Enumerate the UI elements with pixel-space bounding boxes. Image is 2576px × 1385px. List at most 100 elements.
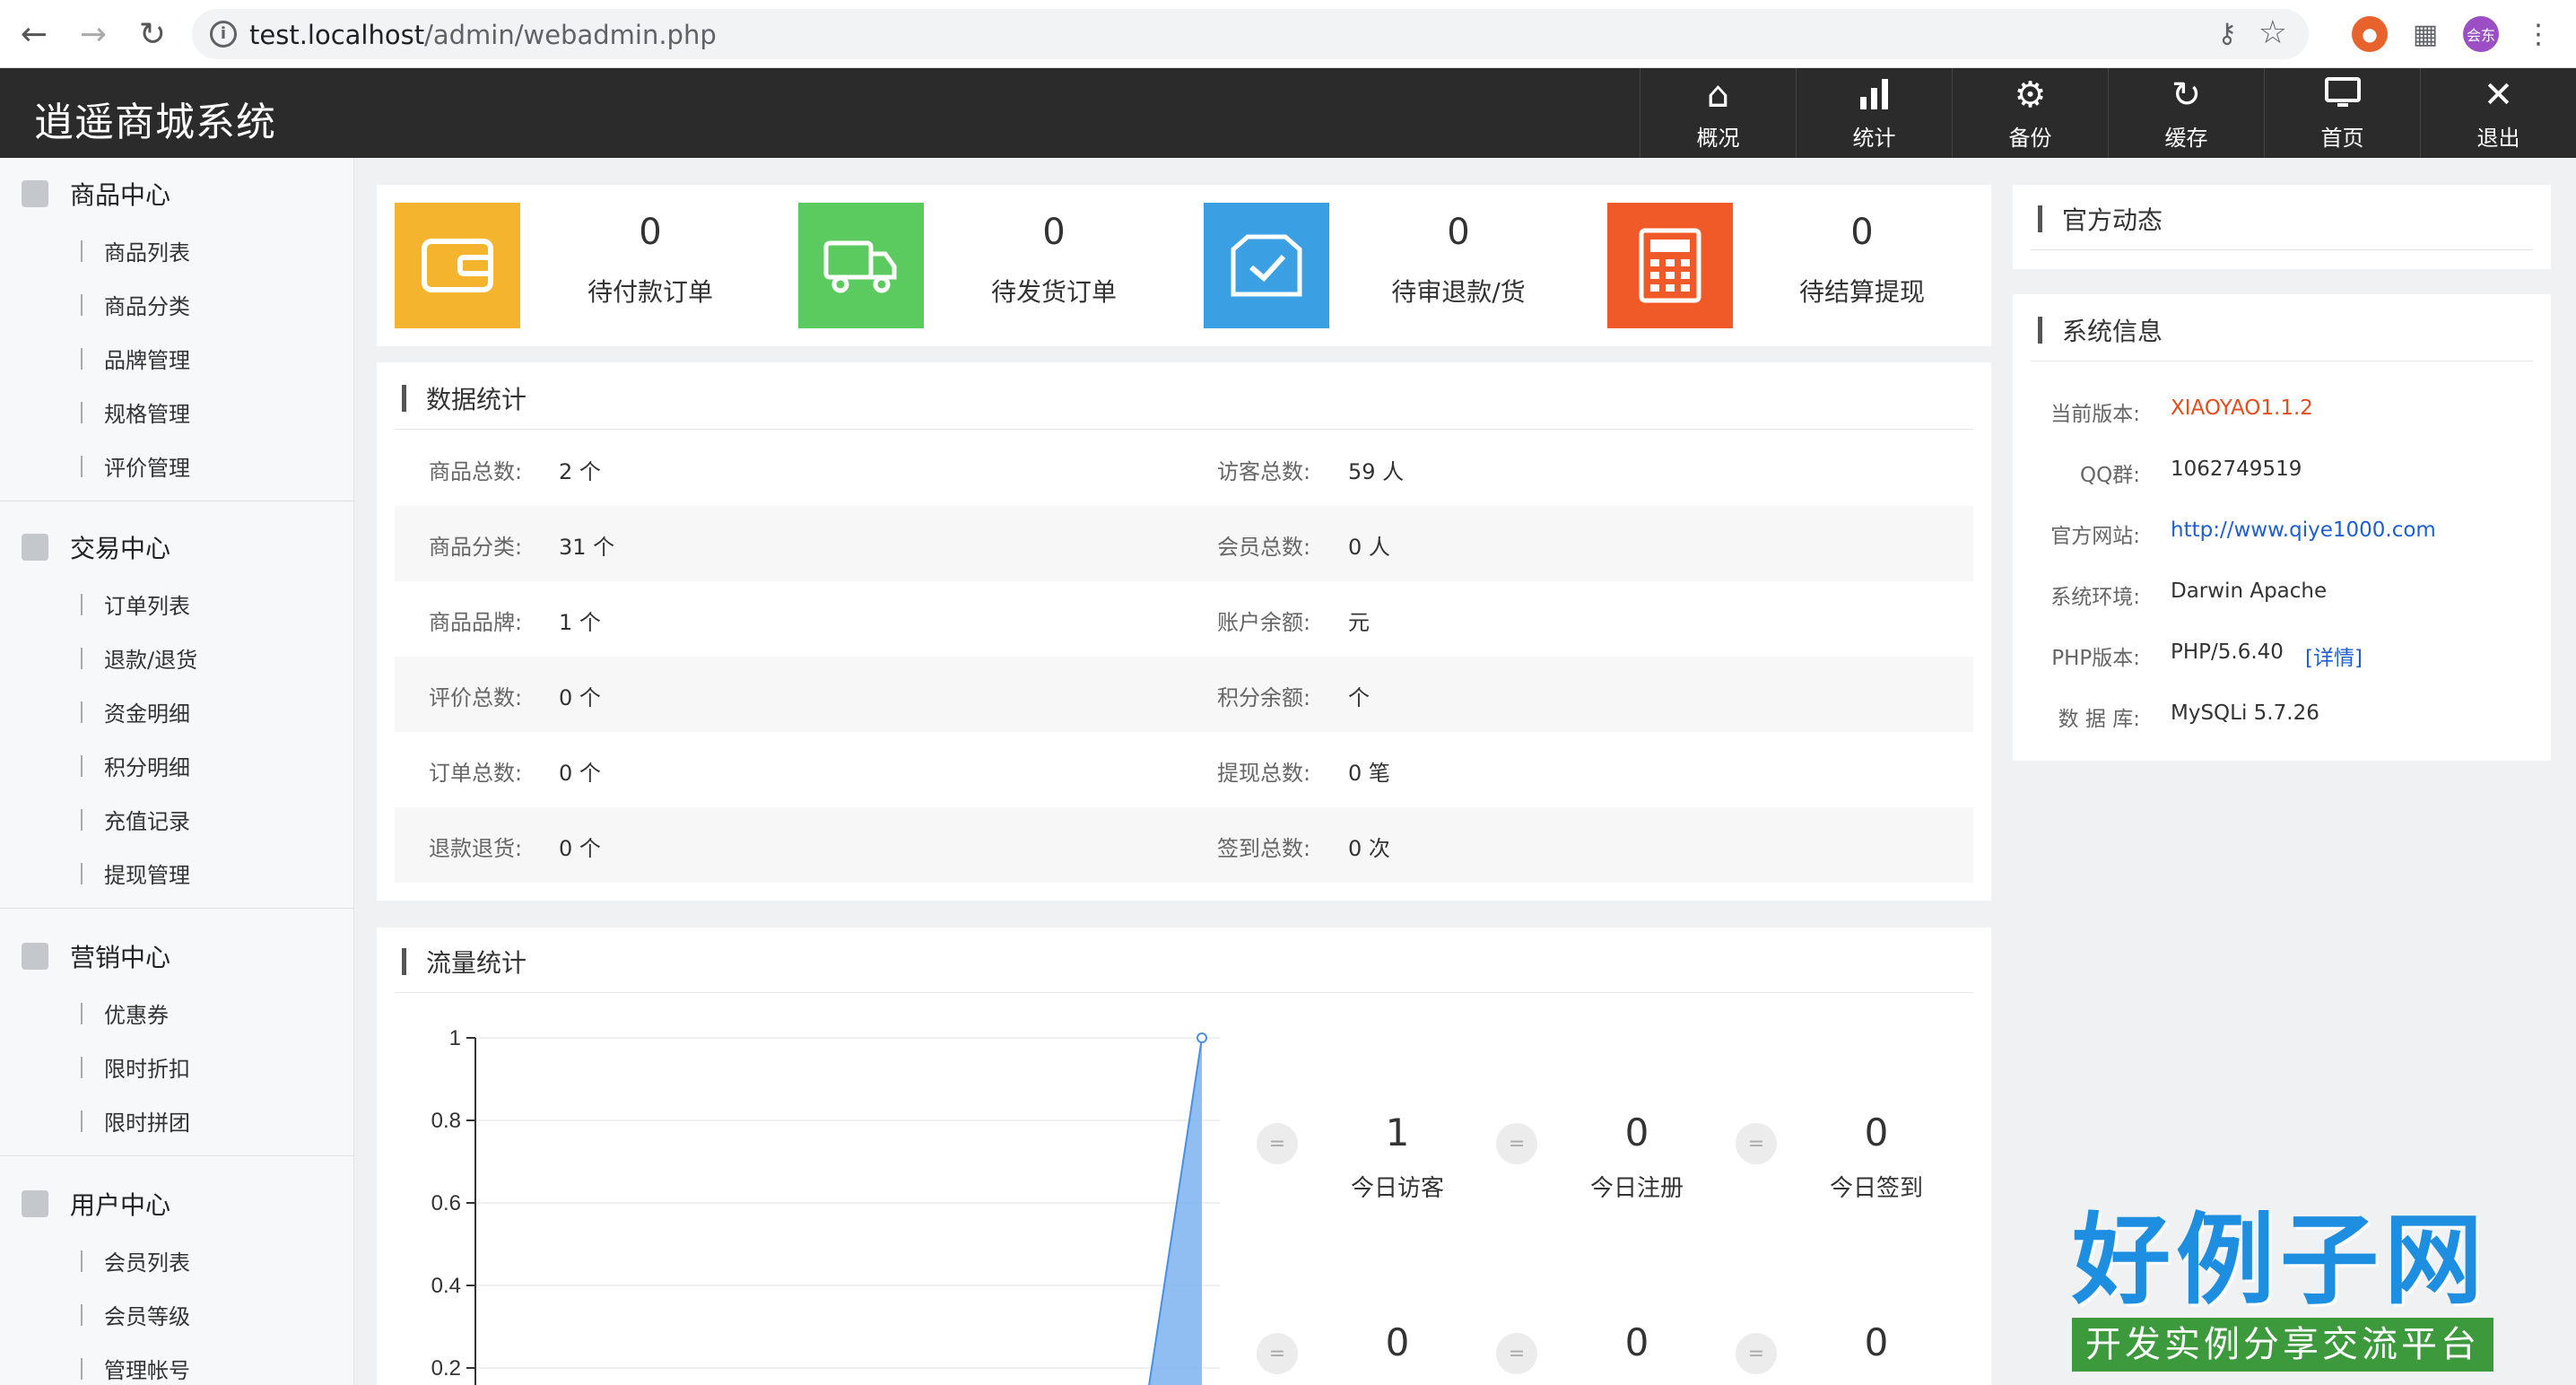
stat-label: 账户余额: [1217, 610, 1311, 635]
sidebar-item-points[interactable]: 积分明细 [81, 750, 190, 781]
stat-card-pending-ship[interactable] [798, 203, 924, 328]
stat-card-pending-pay[interactable] [395, 203, 520, 328]
stat-label: 待审退款/货 [1391, 277, 1526, 307]
stat-label: 商品分类: [429, 535, 523, 560]
sidebar-group-users[interactable]: 用户中心 [22, 1186, 170, 1222]
browser-toolbar: ← → ↻ i test.localhost/admin/webadmin.ph… [0, 0, 2576, 68]
stat-label: 签到总数: [1217, 836, 1311, 861]
sidebar-group-products[interactable]: 商品中心 [22, 176, 170, 212]
bookmark-star-icon[interactable]: ☆ [2258, 14, 2287, 51]
sysinfo-label: QQ群: [2080, 464, 2140, 487]
sidebar-item-label: 评价管理 [104, 456, 190, 481]
puzzle-icon[interactable]: ▦ [2407, 16, 2443, 52]
stat-label: 退款退货: [429, 836, 523, 861]
equal-icon: = [1736, 1123, 1777, 1164]
extension-icon[interactable]: ● [2352, 16, 2388, 52]
sysinfo-label: 当前版本: [2050, 403, 2140, 426]
sidebar-item-member-levels[interactable]: 会员等级 [81, 1299, 190, 1330]
sidebar-group-marketing[interactable]: 营销中心 [22, 938, 170, 974]
traffic-label: 今日访客 [1350, 1175, 1444, 1202]
watermark-title: 好例子网 [2072, 1203, 2488, 1318]
y-tick-label: 1 [449, 1026, 461, 1050]
stat-card-pending-withdraw[interactable] [1607, 203, 1733, 328]
y-tick-label: 0.2 [431, 1356, 461, 1381]
traffic-label: 今日注册 [1589, 1175, 1684, 1202]
row-stripe [395, 807, 1973, 883]
gear-icon: ⚙ [2014, 74, 2047, 116]
stat-value: 59 人 [1348, 459, 1405, 484]
sidebar-item-discount[interactable]: 限时折扣 [81, 1051, 190, 1083]
sysinfo-env: Darwin Apache [2171, 579, 2328, 603]
sidebar-item-product-category[interactable]: 商品分类 [81, 289, 190, 320]
menu-dots-icon[interactable]: ⋮ [2517, 13, 2560, 56]
stat-label: 商品品牌: [429, 610, 523, 635]
sidebar-item-coupons[interactable]: 优惠券 [81, 997, 169, 1029]
equal-icon: = [1496, 1123, 1537, 1164]
data-point[interactable] [1197, 1032, 1207, 1043]
sidebar-item-groupbuy[interactable]: 限时拼团 [81, 1105, 190, 1137]
sidebar-item-label: 限时拼团 [104, 1111, 190, 1136]
topnav-label: 首页 [2320, 125, 2364, 151]
watermark-subtitle: 开发实例分享交流平台 [2072, 1318, 2493, 1372]
sidebar-group-trade[interactable]: 交易中心 [22, 529, 170, 565]
php-detail-link[interactable]: [详情] [2305, 640, 2363, 671]
stat-label: 待付款订单 [587, 277, 713, 307]
row-stripe [395, 657, 1973, 732]
traffic-value: 1 [1385, 1111, 1410, 1154]
stat-label: 积分余额: [1217, 685, 1311, 710]
topnav-home[interactable]: 首页 [2264, 68, 2420, 158]
sidebar-item-funds[interactable]: 资金明细 [81, 696, 190, 727]
topnav-overview[interactable]: ⌂ 概况 [1640, 68, 1796, 158]
address-bar[interactable]: i test.localhost/admin/webadmin.php ⚷ ☆ [192, 9, 2309, 59]
sidebar-group-title: 交易中心 [70, 534, 171, 563]
sidebar-group-title: 用户中心 [70, 1190, 171, 1220]
stats-panel [377, 185, 1991, 346]
traffic-value: 0 [1864, 1320, 1889, 1364]
sidebar-item-refunds[interactable]: 退款/退货 [81, 642, 197, 674]
stat-label: 订单总数: [429, 761, 523, 786]
site-info-icon[interactable]: i [210, 21, 237, 48]
sidebar-item-brand[interactable]: 品牌管理 [81, 343, 190, 374]
sidebar-item-admin-accounts[interactable]: 管理帐号 [81, 1353, 190, 1384]
sidebar-item-label: 提现管理 [104, 863, 190, 888]
topnav-logout[interactable]: ✕ 退出 [2420, 68, 2576, 158]
user-icon [22, 1190, 48, 1217]
back-icon[interactable]: ← [13, 13, 56, 56]
panel-divider [395, 992, 1973, 993]
url-text[interactable]: test.localhost/admin/webadmin.php [249, 20, 717, 50]
key-icon[interactable]: ⚷ [2217, 18, 2237, 49]
sysinfo-website-link[interactable]: http://www.qiye1000.com [2171, 518, 2436, 542]
sidebar-item-withdraw[interactable]: 提现管理 [81, 858, 190, 889]
sidebar-item-label: 会员等级 [104, 1304, 190, 1329]
sidebar-item-spec[interactable]: 规格管理 [81, 396, 190, 428]
sidebar-item-review[interactable]: 评价管理 [81, 450, 190, 482]
sidebar-item-members[interactable]: 会员列表 [81, 1245, 190, 1276]
sidebar-item-orders[interactable]: 订单列表 [81, 588, 190, 620]
sidebar-item-recharge[interactable]: 充值记录 [81, 804, 190, 835]
topnav-label: 缓存 [2164, 125, 2208, 151]
watermark-logo: 好例子网 开发实例分享交流平台 [2072, 1206, 2502, 1372]
topnav-cache[interactable]: ↻ 缓存 [2108, 68, 2264, 158]
stat-value: 1 个 [559, 610, 601, 635]
profile-avatar[interactable]: 会东 [2463, 16, 2499, 52]
sidebar-item-label: 商品列表 [104, 240, 190, 266]
official-news-title: 官方动态 [2038, 201, 2163, 237]
bar-chart-icon [22, 534, 48, 561]
topnav-backup[interactable]: ⚙ 备份 [1952, 68, 2108, 158]
sidebar-item-label: 积分明细 [104, 755, 190, 780]
checkbox-icon [1231, 234, 1302, 297]
stat-value: 0 个 [559, 761, 601, 786]
forward-icon[interactable]: → [72, 13, 115, 56]
sidebar-item-label: 管理帐号 [104, 1358, 190, 1383]
panel-divider [395, 429, 1973, 430]
topnav-stats[interactable]: 统计 [1796, 68, 1952, 158]
sidebar-item-product-list[interactable]: 商品列表 [81, 235, 190, 266]
sysinfo-db: MySQLi 5.7.26 [2171, 701, 2319, 725]
stat-label: 待结算提现 [1798, 277, 1925, 307]
url-host: test.localhost [249, 20, 425, 50]
reload-icon[interactable]: ↻ [131, 13, 174, 56]
sidebar-item-label: 限时折扣 [104, 1057, 190, 1082]
stat-value: 0 个 [559, 685, 601, 710]
sidebar-item-label: 资金明细 [104, 701, 190, 727]
stat-card-pending-refund[interactable] [1204, 203, 1329, 328]
